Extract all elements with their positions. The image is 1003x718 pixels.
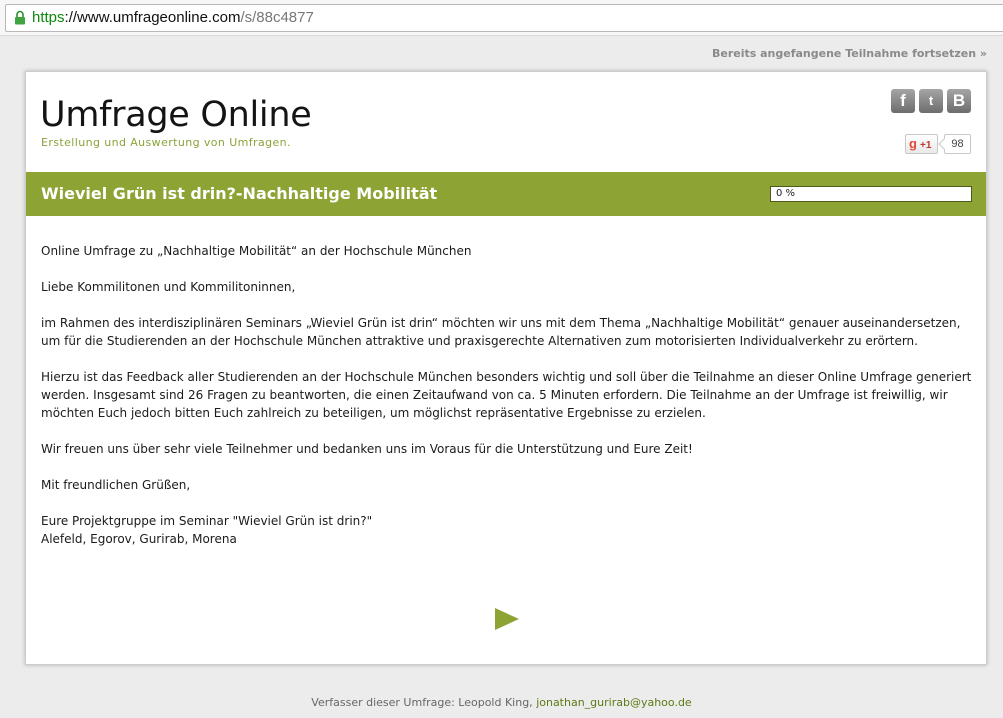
- survey-title-banner: Wieviel Grün ist drin?-Nachhaltige Mobil…: [26, 172, 986, 216]
- site-tagline: Erstellung und Auswertung von Umfragen.: [41, 136, 291, 149]
- google-plus-one-button[interactable]: g +1: [905, 134, 938, 154]
- browser-toolbar: https://www.umfrageonline.com/s/88c4877: [0, 0, 1003, 36]
- twitter-share-button[interactable]: t: [919, 89, 943, 113]
- play-arrow-icon[interactable]: [494, 607, 520, 631]
- url-host: ://www.umfrageonline.com: [64, 9, 241, 26]
- intro-greeting: Liebe Kommilitonen und Kommilitoninnen,: [41, 280, 296, 294]
- intro-closing: Mit freundlichen Grüßen,: [41, 478, 191, 492]
- author-email-link[interactable]: jonathan_gurirab@yahoo.de: [536, 696, 692, 709]
- url-scheme: https: [32, 9, 65, 26]
- google-plus-icon: g: [909, 136, 917, 151]
- facebook-share-button[interactable]: f: [891, 89, 915, 113]
- survey-title: Wieviel Grün ist drin?-Nachhaltige Mobil…: [41, 184, 438, 203]
- site-logo[interactable]: Umfrage Online: [40, 94, 312, 136]
- intro-paragraph-feedback: Hierzu ist das Feedback aller Studierend…: [41, 370, 972, 420]
- lock-icon: [15, 10, 25, 25]
- progress-label: 0 %: [776, 188, 796, 199]
- intro-paragraph-seminar: im Rahmen des interdisziplinären Seminar…: [41, 316, 961, 348]
- survey-card: Umfrage Online Erstellung und Auswertung…: [25, 71, 987, 665]
- resume-participation-link[interactable]: Bereits angefangene Teilnahme fortsetzen…: [712, 47, 987, 60]
- plus-one-count: 98: [944, 134, 971, 154]
- survey-intro-text: Online Umfrage zu „Nachhaltige Mobilität…: [41, 242, 976, 548]
- intro-paragraph-thanks: Wir freuen uns über sehr viele Teilnehme…: [41, 442, 693, 456]
- signature-names: Alefeld, Egorov, Gurirab, Morena: [41, 532, 237, 546]
- url-path: /s/88c4877: [240, 9, 314, 26]
- signature-group: Eure Projektgruppe im Seminar "Wieviel G…: [41, 514, 373, 528]
- page-footer: Verfasser dieser Umfrage: Leopold King, …: [0, 696, 1003, 709]
- progress-bar: 0 %: [770, 186, 972, 202]
- plus-one-label: +1: [920, 140, 932, 151]
- blogger-share-button[interactable]: B: [947, 89, 971, 113]
- url-text[interactable]: https://www.umfrageonline.com/s/88c4877: [32, 9, 314, 27]
- address-bar[interactable]: https://www.umfrageonline.com/s/88c4877: [5, 4, 1003, 32]
- author-text: Verfasser dieser Umfrage: Leopold King,: [311, 696, 533, 709]
- intro-heading: Online Umfrage zu „Nachhaltige Mobilität…: [41, 244, 472, 258]
